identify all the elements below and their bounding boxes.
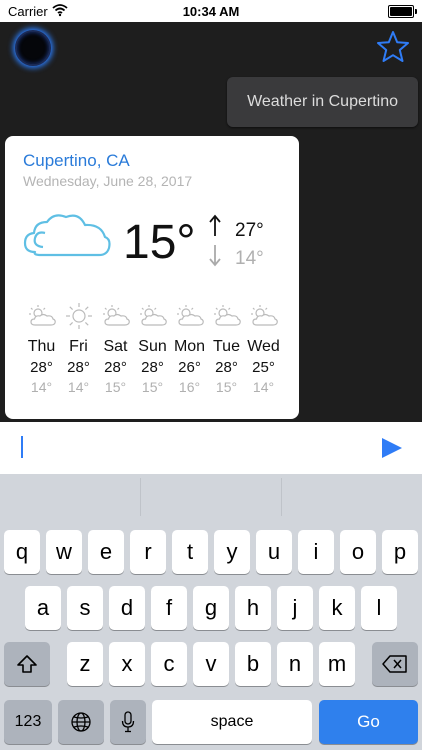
forecast-high: 25° [252,359,275,376]
predictive-divider [140,478,141,516]
forecast-high: 28° [141,359,164,376]
key-u[interactable]: u [256,530,292,574]
forecast-high: 26° [178,359,201,376]
backspace-key[interactable] [372,642,418,686]
forecast-day: Fri 28° 14° [60,302,97,395]
predictive-bar [0,474,422,520]
forecast-day-name: Wed [247,338,280,355]
backspace-icon [382,655,407,673]
key-k[interactable]: k [319,586,355,630]
key-j[interactable]: j [277,586,313,630]
assistant-orb-icon[interactable] [15,30,51,66]
key-m[interactable]: m [319,642,355,686]
key-p[interactable]: p [382,530,418,574]
dictation-key[interactable] [110,700,146,744]
key-f[interactable]: f [151,586,187,630]
forecast-row: Thu 28° 14° Fri 28° 14° Sat 28° 15° Sun … [23,302,283,395]
forecast-day-name: Thu [27,338,56,355]
key-i[interactable]: i [298,530,334,574]
high-arrow-icon [208,214,222,243]
partly-cloudy-icon [97,302,134,330]
key-n[interactable]: n [277,642,313,686]
current-temperature: 15° [123,216,196,269]
status-bar: Carrier 10:34 AM [0,0,422,22]
key-g[interactable]: g [193,586,229,630]
microphone-icon [121,711,135,733]
key-b[interactable]: b [235,642,271,686]
partly-cloudy-icon [245,302,282,330]
forecast-high: 28° [30,359,53,376]
forecast-day: Thu 28° 14° [23,302,60,395]
partly-cloudy-icon [134,302,171,330]
user-message-text: Weather in Cupertino [247,93,398,110]
high-temperature: 27° [235,220,264,241]
key-q[interactable]: q [4,530,40,574]
go-key[interactable]: Go [319,700,418,744]
forecast-low: 16° [178,379,201,395]
forecast-low: 14° [67,379,90,395]
key-v[interactable]: v [193,642,229,686]
forecast-low: 14° [30,379,53,395]
key-t[interactable]: t [172,530,208,574]
key-z[interactable]: z [67,642,103,686]
forecast-low: 14° [252,379,275,395]
send-icon[interactable] [380,436,404,460]
key-d[interactable]: d [109,586,145,630]
key-y[interactable]: y [214,530,250,574]
key-h[interactable]: h [235,586,271,630]
forecast-day-name: Tue [213,338,240,355]
favorite-star-icon[interactable] [376,30,410,64]
space-key[interactable]: space [152,700,312,744]
forecast-day: Sun 28° 15° [134,302,171,395]
forecast-low: 15° [215,379,238,395]
battery-icon [388,5,417,18]
keyboard: q w e r t y u i o p a s d f g h j k l z … [0,474,422,750]
partly-cloudy-icon [171,302,208,330]
forecast-high: 28° [104,359,127,376]
shift-icon [17,655,37,673]
key-o[interactable]: o [340,530,376,574]
forecast-day-name: Mon [173,338,206,355]
forecast-low: 15° [141,379,164,395]
weather-city: Cupertino, CA [23,151,130,170]
key-a[interactable]: a [25,586,61,630]
key-x[interactable]: x [109,642,145,686]
shift-key[interactable] [4,642,50,686]
numbers-key[interactable]: 123 [4,700,52,744]
forecast-high: 28° [67,359,90,376]
forecast-day: Sat 28° 15° [97,302,134,395]
forecast-high: 28° [215,359,238,376]
forecast-day: Wed 25° 14° [245,302,282,395]
message-input-bar [0,422,422,474]
forecast-day: Mon 26° 16° [171,302,208,395]
low-temperature: 14° [235,248,264,269]
cloudy-icon [21,210,111,267]
message-input[interactable] [16,430,362,466]
key-l[interactable]: l [361,586,397,630]
partly-cloudy-icon [23,302,60,330]
forecast-day: Tue 28° 15° [208,302,245,395]
globe-key[interactable] [58,700,104,744]
low-arrow-icon [208,243,222,272]
partly-cloudy-icon [208,302,245,330]
key-w[interactable]: w [46,530,82,574]
status-time: 10:34 AM [182,4,240,19]
key-s[interactable]: s [67,586,103,630]
user-message-bubble: Weather in Cupertino [227,77,418,127]
globe-icon [71,712,91,732]
forecast-day-name: Sat [103,338,128,355]
chat-area: Weather in Cupertino Cupertino, CA Wedne… [0,22,422,422]
sunny-icon [60,302,97,330]
weather-date: Wednesday, June 28, 2017 [23,173,193,189]
forecast-day-name: Fri [69,338,88,355]
weather-card[interactable]: Cupertino, CA Wednesday, June 28, 2017 1… [5,136,299,419]
key-c[interactable]: c [151,642,187,686]
key-e[interactable]: e [88,530,124,574]
predictive-divider [281,478,282,516]
forecast-day-name: Sun [138,338,167,355]
forecast-low: 15° [104,379,127,395]
key-r[interactable]: r [130,530,166,574]
